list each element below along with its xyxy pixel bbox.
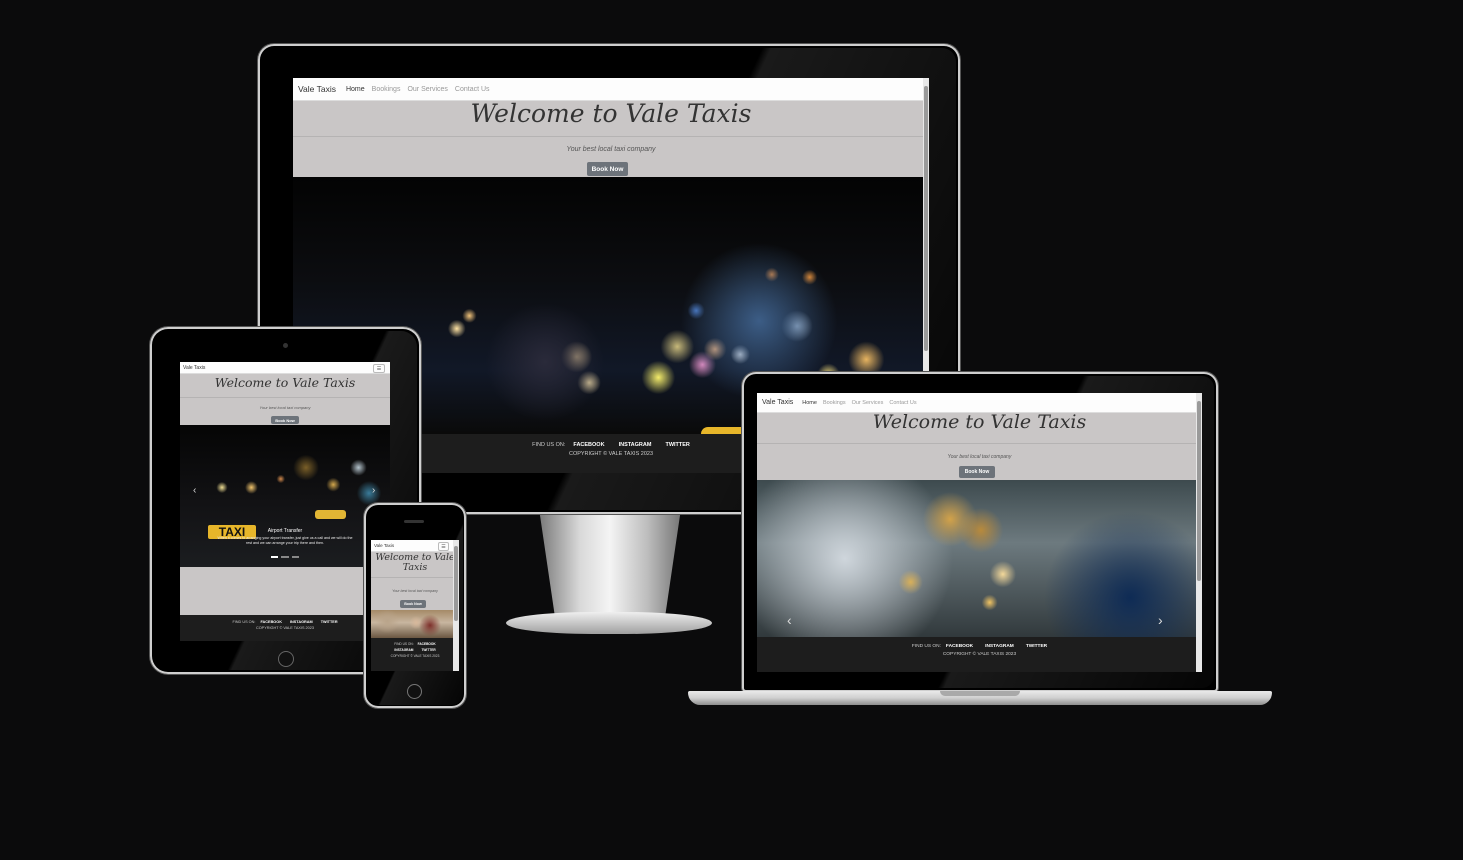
instagram-link[interactable]: INSTAGRAM <box>619 442 652 448</box>
laptop-navbar: Vale Taxis Home Bookings Our Services Co… <box>757 393 1202 413</box>
tablet-camera <box>283 343 288 348</box>
navbar: Vale Taxis Home Bookings Our Services Co… <box>293 78 929 101</box>
tablet-home-button[interactable] <box>278 651 294 667</box>
phone-scrollbar[interactable] <box>453 540 459 671</box>
phone-copyright: COPYRIGHT © VALE TAXIS 2023 <box>390 654 440 658</box>
phone-carousel-image <box>371 610 453 638</box>
laptop-divider <box>757 443 1202 444</box>
laptop-nav-home[interactable]: Home <box>802 400 817 406</box>
monitor-stand-neck <box>539 512 681 624</box>
carousel-caption-title: Airport Transfer <box>267 528 303 534</box>
laptop-copyright: COPYRIGHT © VALE TAXIS 2023 <box>942 652 1017 657</box>
laptop-facebook-link[interactable]: FACEBOOK <box>946 644 973 649</box>
nav-our-services[interactable]: Our Services <box>407 86 447 93</box>
scrollbar-thumb[interactable] <box>924 86 928 351</box>
divider <box>293 136 929 137</box>
tablet-empty-section <box>180 567 390 615</box>
laptop-footer: FIND US ON: FACEBOOK INSTAGRAM TWITTER C… <box>757 637 1202 672</box>
phone-home-button[interactable] <box>407 684 422 699</box>
laptop-tagline: Your best local taxi company <box>947 454 1012 460</box>
tablet-page-title: Welcome to Vale Taxis <box>214 375 356 390</box>
tablet-carousel: TAXI ‹ › Airport Transfer When it comes … <box>180 425 390 567</box>
tablet-book-now-button[interactable]: Book Now <box>271 416 299 424</box>
tablet-footer: FIND US ON: FACEBOOK INSTAGRAM TWITTER C… <box>180 615 390 641</box>
tablet-brand-link[interactable]: Vale Taxis <box>183 365 205 371</box>
tagline: Your best local taxi company <box>566 146 656 153</box>
laptop-nav-bookings[interactable]: Bookings <box>823 400 846 406</box>
menu-icon[interactable]: ☰ <box>373 364 385 373</box>
tablet-copyright: COPYRIGHT © VALE TAXIS 2023 <box>255 626 314 630</box>
phone-instagram-link[interactable]: INSTAGRAM <box>394 648 413 652</box>
tablet-tagline: Your best local taxi company <box>259 405 311 410</box>
phone-find-us-label: FIND US ON: <box>394 642 414 646</box>
taxi-roof-light-small <box>315 510 346 519</box>
laptop-scrollbar-thumb[interactable] <box>1197 401 1201 581</box>
laptop-find-us-label: FIND US ON: <box>911 644 941 649</box>
tablet-screen: Vale Taxis ☰ Welcome to Vale Taxis Your … <box>180 362 390 641</box>
phone-brand-link[interactable]: Vale Taxis <box>374 543 394 548</box>
monitor-stand-base <box>506 612 712 634</box>
laptop-page-title: Welcome to Vale Taxis <box>872 411 1087 433</box>
tablet-instagram-link[interactable]: INSTAGRAM <box>290 620 313 624</box>
laptop-nav-our-services[interactable]: Our Services <box>852 400 884 406</box>
laptop-carousel-next-icon[interactable]: › <box>1158 612 1163 628</box>
laptop-brand-link[interactable]: Vale Taxis <box>762 399 793 406</box>
phone-menu-icon[interactable]: ☰ <box>438 542 449 551</box>
laptop-scrollbar[interactable] <box>1196 393 1202 672</box>
phone-page-title: Welcome to Vale Taxis <box>375 552 455 573</box>
nav-contact-us[interactable]: Contact Us <box>455 86 490 93</box>
tablet-find-us-label: FIND US ON: <box>232 620 256 624</box>
phone-screen: Vale Taxis ☰ Welcome to Vale Taxis Your … <box>371 540 459 671</box>
laptop-instagram-link[interactable]: INSTAGRAM <box>985 644 1014 649</box>
phone-facebook-link[interactable]: FACEBOOK <box>418 642 436 646</box>
nav-bookings[interactable]: Bookings <box>372 86 401 93</box>
tablet-facebook-link[interactable]: FACEBOOK <box>260 620 282 624</box>
phone-scrollbar-thumb[interactable] <box>454 546 458 621</box>
phone-book-now-button[interactable]: Book Now <box>400 600 426 608</box>
phone-footer: FIND US ON: FACEBOOK INSTAGRAM TWITTER C… <box>371 638 459 671</box>
laptop-carousel: ‹ › <box>757 480 1196 637</box>
twitter-link[interactable]: TWITTER <box>665 442 689 448</box>
page-title: Welcome to Vale Taxis <box>470 99 752 128</box>
carousel-caption-text: When it comes to arranging your airport … <box>217 536 353 545</box>
find-us-label: FIND US ON: <box>532 442 566 448</box>
phone-divider <box>371 577 459 578</box>
tablet-divider <box>180 397 390 398</box>
laptop-nav-contact-us[interactable]: Contact Us <box>889 400 916 406</box>
phone-twitter-link[interactable]: TWITTER <box>421 648 435 652</box>
tablet-twitter-link[interactable]: TWITTER <box>321 620 338 624</box>
phone-tagline: Your best local taxi company <box>392 589 438 593</box>
tablet-navbar: Vale Taxis <box>180 362 390 374</box>
laptop-twitter-link[interactable]: TWITTER <box>1026 644 1047 649</box>
carousel-next-icon[interactable]: › <box>372 485 375 496</box>
nav-home[interactable]: Home <box>346 86 365 93</box>
book-now-button[interactable]: Book Now <box>587 162 628 176</box>
laptop-screen: Vale Taxis Home Bookings Our Services Co… <box>757 393 1202 672</box>
facebook-link[interactable]: FACEBOOK <box>573 442 604 448</box>
laptop-carousel-prev-icon[interactable]: ‹ <box>787 612 792 628</box>
carousel-indicators[interactable] <box>271 556 299 558</box>
phone-speaker <box>404 520 424 523</box>
brand-link[interactable]: Vale Taxis <box>298 84 336 94</box>
carousel-prev-icon[interactable]: ‹ <box>193 485 196 496</box>
laptop-book-now-button[interactable]: Book Now <box>959 466 995 478</box>
laptop-notch <box>940 691 1020 696</box>
